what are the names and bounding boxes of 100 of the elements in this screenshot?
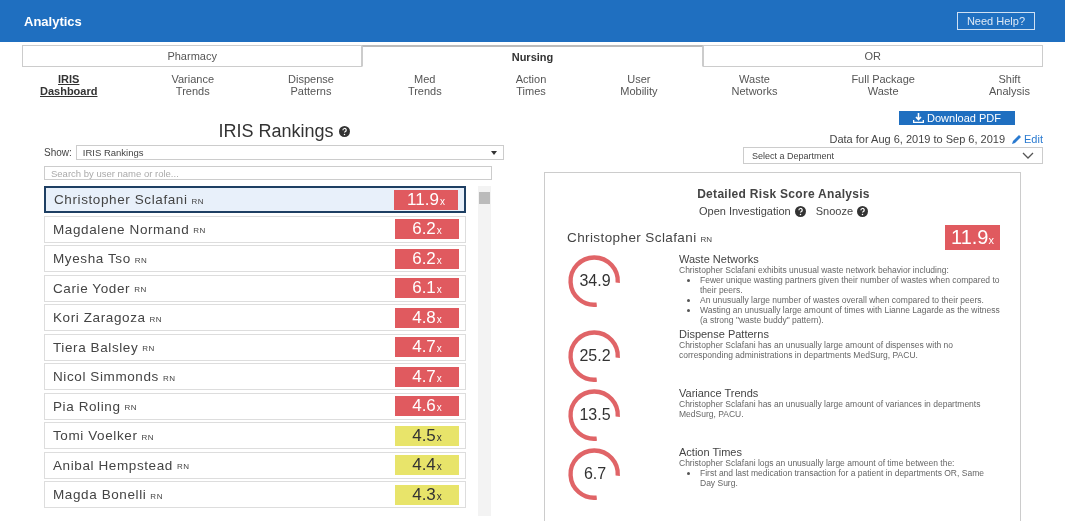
factor-description: Christopher Sclafani logs an unusually large amount of time between the: [679,458,956,468]
risk-score: 6.2x [395,248,459,269]
risk-score: 6.1x [395,278,459,298]
gauge-arc [567,446,623,502]
action-link[interactable]: Snooze [815,205,868,217]
factor-score: 6.7 [583,465,607,483]
factor-title: Dispense Patterns [679,328,769,340]
panel-title: Detailed Risk Score Analysis [696,187,871,201]
role-label: RN [141,432,155,442]
ranking-row[interactable]: Nicol Simmonds RN 4.7x [44,363,466,390]
factor-bullet: Fewer unique wasting partners given their number of wastes when compared to their peers. [700,275,1000,295]
help-icon[interactable] [338,126,350,137]
user-name: Myesha Tso [53,251,131,266]
show-label: Show: [44,147,72,158]
role-label: RN [162,373,176,383]
risk-score: 11.9x [945,225,1000,250]
app-title: Analytics [24,13,82,29]
download-icon [913,113,924,123]
pencil-icon [1011,133,1023,145]
search-field[interactable]: Search by user name or role... [44,166,492,180]
factor-score: 25.2 [579,347,611,365]
factor-bullet: An unusually large number of wastes overall when compared to their peers. [700,295,984,305]
risk-score: 4.3x [395,484,459,505]
nav-link[interactable]: Full Package Waste [851,73,915,97]
gauge-arc [567,328,623,384]
user-name: Christopher Sclafani [54,192,188,207]
bullet-icon [687,309,690,312]
user-name: Tiera Balsley [53,339,139,355]
help-icon [857,205,868,217]
user-name: Kori Zaragoza [53,310,146,325]
nav-link[interactable]: Dispense Patterns [288,73,334,97]
chevron-down-icon [1022,152,1034,159]
edit-link[interactable]: Edit [1011,133,1043,145]
tab[interactable]: Nursing [362,45,703,67]
role-label: RN [191,196,205,206]
bullet-icon [687,279,690,282]
ranking-row[interactable]: Carie Yoder RN 6.1x [44,274,466,302]
user-name: Magdalene Normand [53,221,190,237]
scrollbar[interactable] [478,186,491,516]
factor-bullet: First and last medication transaction for a patient in departments OR, Same Day Surg. [700,468,985,488]
help-button[interactable]: Need Help? [956,12,1035,30]
person-name: Christopher Sclafani [567,230,697,245]
download-button[interactable]: Download PDF [899,111,1015,125]
ranking-row[interactable]: Pia Roling RN 4.6x [44,392,466,420]
risk-score: 4.4x [395,455,459,475]
ranking-row[interactable]: Myesha Tso RN 6.2x [44,245,466,272]
risk-score: 6.2x [395,219,459,239]
risk-score: 4.5x [395,425,459,446]
risk-score: 4.6x [395,396,459,416]
gauge-arc [567,387,623,443]
factor-description: Christopher Sclafani has an unusually large amount of dispenses with no corresponding administrations in departments MedSurg, PACU. [679,340,955,360]
nav-link[interactable]: User Mobility [620,73,658,97]
ranking-row[interactable]: Kori Zaragoza RN 4.8x [44,304,466,331]
bullet-icon [687,299,690,302]
rankings-title: IRIS Rankings [218,121,334,142]
risk-score: 4.7x [395,366,459,387]
ranking-row[interactable]: Tiera Balsley RN 4.7x [44,333,466,361]
ranking-row[interactable]: Magda Bonelli RN 4.3x [44,481,466,508]
role-label: RN [124,403,138,412]
user-name: Pia Roling [53,398,121,414]
ranking-row[interactable]: Anibal Hempstead RN 4.4x [44,451,466,479]
role-label: RN [150,491,163,501]
user-name: Nicol Simmonds [53,369,159,384]
role-label: RN [700,234,713,244]
role-label: RN [142,344,155,353]
role-label: RN [149,314,163,324]
ranking-row[interactable]: Tomi Voelker RN 4.5x [44,422,466,449]
nav-link[interactable]: Variance Trends [171,73,215,97]
department-dropdown[interactable]: Select a Department [743,147,1043,164]
nav-link[interactable]: Med Trends [407,73,442,97]
role-label: RN [176,462,190,471]
bullet-icon [687,472,690,475]
user-name: Anibal Hempstead [53,457,173,473]
risk-score: 4.7x [395,337,459,357]
ranking-row[interactable]: Christopher Sclafani RN 11.9x [44,186,466,213]
tab[interactable]: OR [702,45,1043,67]
help-icon [794,205,806,217]
gauge-arc [567,253,623,309]
risk-score: 4.8x [395,307,459,328]
user-name: Tomi Voelker [53,428,138,443]
date-range: Data for Aug 6, 2019 to Sep 6, 2019 [829,133,1006,145]
nav-link[interactable]: Waste Networks [731,73,778,97]
user-name: Magda Bonelli [53,487,147,502]
nav-link[interactable]: IRIS Dashboard [40,73,98,97]
ranking-row[interactable]: Magdalene Normand RN 6.2x [44,215,466,243]
factor-description: Christopher Sclafani has an unusually large amount of variances in departments MedSurg, PACU. [679,399,982,419]
risk-score: 11.9x [394,189,458,210]
tab[interactable]: Pharmacy [22,45,363,67]
user-name: Carie Yoder [53,280,131,296]
factor-description: Christopher Sclafani exhibits unusual waste network behavior including: [679,265,950,275]
factor-title: Variance Trends [679,387,760,399]
factor-score: 13.5 [579,406,611,424]
factor-title: Waste Networks [679,253,760,265]
show-dropdown[interactable]: IRIS Rankings [75,145,504,160]
factor-score: 34.9 [579,272,611,290]
role-label: RN [193,226,206,235]
nav-link[interactable]: Action Times [515,73,547,97]
action-link[interactable]: Open Investigation [698,205,806,217]
factor-title: Action Times [679,446,743,458]
nav-link[interactable]: Shift Analysis [988,73,1030,97]
